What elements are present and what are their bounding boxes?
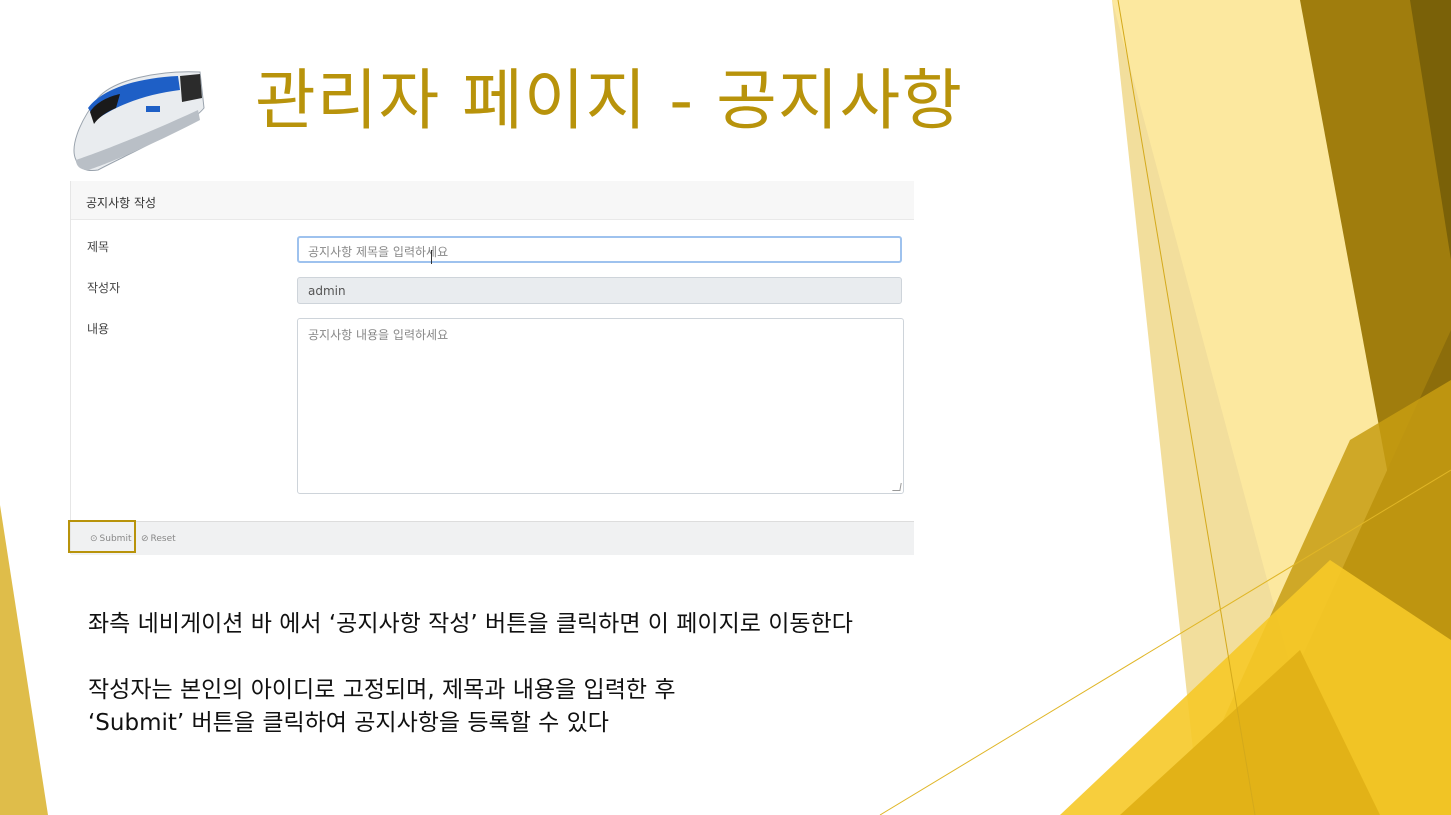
ktx-train-icon [68, 68, 206, 174]
title-label: 제목 [87, 240, 110, 254]
description-line-2: 작성자는 본인의 아이디로 고정되며, 제목과 내용을 입력한 후 [88, 677, 676, 703]
title-input[interactable]: 공지사항 제목을 입력하세요 [297, 236, 902, 263]
content-textarea[interactable]: 공지사항 내용을 입력하세요 [297, 318, 904, 494]
content-placeholder: 공지사항 내용을 입력하세요 [308, 328, 449, 342]
notice-form-card: 공지사항 작성 제목 공지사항 제목을 입력하세요 작성자 admin 내용 공… [70, 181, 914, 555]
slide-title: 관리자 페이지 - 공지사항 [255, 62, 963, 139]
description-line-3: ‘Submit’ 버튼을 클릭하여 공지사항을 등록할 수 있다 [88, 710, 609, 736]
author-label: 작성자 [87, 281, 121, 295]
description-line-1: 좌측 네비게이션 바 에서 ‘공지사항 작성’ 버튼을 클릭하면 이 페이지로 … [88, 611, 853, 637]
card-footer: ⊙ Submit ⊘ Reset [71, 521, 914, 555]
card-header: 공지사항 작성 [71, 181, 914, 220]
reset-button[interactable]: ⊘ Reset [141, 534, 176, 544]
resize-handle-icon[interactable] [892, 483, 902, 491]
author-field: admin [297, 277, 902, 304]
text-cursor [431, 250, 432, 264]
content-label: 내용 [87, 322, 110, 336]
card-title: 공지사항 작성 [86, 196, 157, 210]
reset-label: Reset [150, 534, 176, 544]
submit-highlight-box [68, 520, 136, 553]
ban-icon: ⊘ [141, 534, 149, 544]
